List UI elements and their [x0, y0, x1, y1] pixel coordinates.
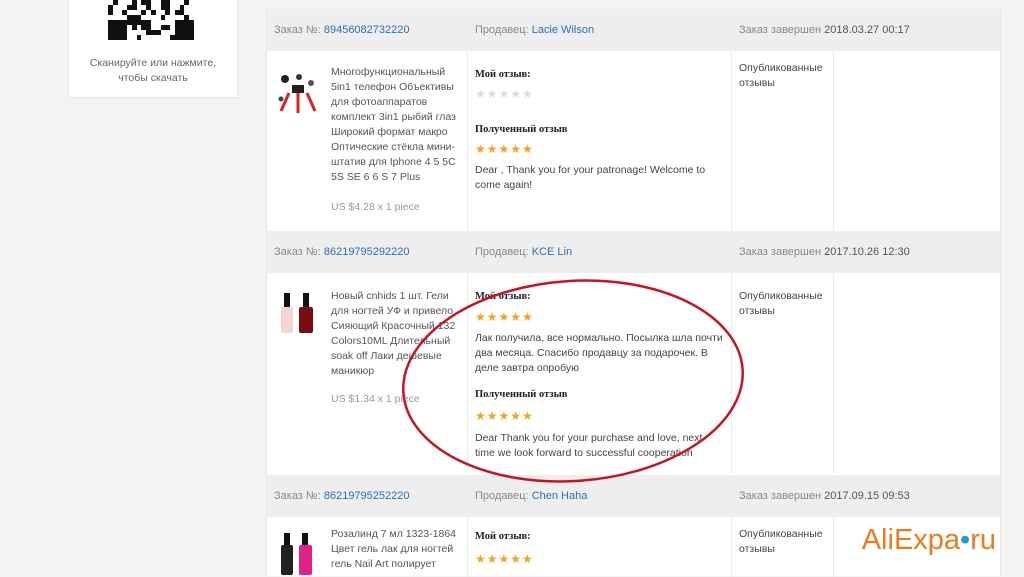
my-review-stars: ★★★★★ — [475, 310, 534, 324]
received-review-stars: ★★★★★ — [475, 142, 534, 156]
seller-link[interactable]: Lacie Wilson — [532, 24, 594, 36]
completed-date: 2017.09.15 09:53 — [824, 490, 910, 502]
product-title[interactable]: Розалинд 7 мл 1323-1864 Цвет гель лак дл… — [331, 527, 465, 572]
received-review-stars: ★★★★★ — [475, 409, 534, 423]
completed-date: 2018.03.27 00:17 — [824, 24, 910, 36]
order-number: Заказ №: 86219795292220 — [274, 246, 410, 258]
seller-link[interactable]: Chen Haha — [532, 490, 588, 502]
seller: Продавец: KCE Lin — [475, 246, 572, 258]
received-review-label: Полученный отзыв — [475, 389, 568, 400]
order-number-link[interactable]: 86219795252220 — [324, 490, 410, 502]
watermark-tld: ru — [970, 524, 996, 556]
order-number-label: Заказ №: — [274, 24, 321, 36]
my-review-text: Лак получила, все нормально. Посылка шла… — [475, 332, 723, 374]
seller-link[interactable]: KCE Lin — [532, 246, 572, 258]
order-header: Заказ №: 86219795292220 Продавец: KCE Li… — [267, 231, 1000, 273]
order-completed: Заказ завершен 2018.03.27 00:17 — [739, 24, 910, 36]
review-status: Опубликованные отзывы — [739, 62, 823, 89]
app-download-card: Сканируйте или нажмите, чтобы скачать — [68, 0, 238, 98]
received-review-text: Dear , Thank you for your patronage! Wel… — [475, 164, 706, 191]
product-price: US $4.28 x 1 piece — [331, 201, 420, 213]
site-watermark-logo: AliExpa•ru — [862, 524, 996, 557]
completed-date: 2017.10.26 12:30 — [824, 246, 910, 258]
received-review-text: Dear Thank you for your purchase and lov… — [475, 432, 703, 459]
order-number-label: Заказ №: — [274, 490, 321, 502]
review-status: Опубликованные отзывы — [739, 290, 823, 317]
completed-label: Заказ завершен — [739, 490, 822, 502]
product-price: US $1.34 x 1 piece — [331, 393, 420, 405]
qr-caption: Сканируйте или нажмите, чтобы скачать — [69, 56, 237, 86]
my-review-label: Мой отзыв: — [475, 531, 531, 542]
order-header: Заказ №: 89456082732220 Продавец: Lacie … — [267, 9, 1000, 51]
order-body: Новый cnhids 1 шт. Гели для ногтей УФ и … — [267, 273, 1000, 473]
seller: Продавец: Chen Haha — [475, 490, 587, 502]
qr-code-image[interactable] — [108, 0, 194, 40]
product-title[interactable]: Многофункциональный 5in1 телефон Объекти… — [331, 65, 465, 185]
watermark-dot: • — [960, 524, 971, 556]
order-completed: Заказ завершен 2017.10.26 12:30 — [739, 246, 910, 258]
watermark-main: AliExpa — [861, 524, 961, 556]
product-thumbnail[interactable] — [275, 531, 319, 577]
my-review-stars: ★★★★★ — [475, 552, 534, 566]
review-status: Опубликованные отзывы — [739, 528, 823, 555]
order-header: Заказ №: 86219795252220 Продавец: Chen H… — [267, 475, 1000, 517]
order-number-label: Заказ №: — [274, 246, 321, 258]
seller-label: Продавец: — [475, 24, 529, 36]
seller: Продавец: Lacie Wilson — [475, 24, 594, 36]
order-completed: Заказ завершен 2017.09.15 09:53 — [739, 490, 910, 502]
order-number: Заказ №: 89456082732220 — [274, 24, 410, 36]
order-number: Заказ №: 86219795252220 — [274, 490, 410, 502]
my-review-label: Мой отзыв: — [475, 69, 531, 80]
order-number-link[interactable]: 89456082732220 — [324, 24, 410, 36]
seller-label: Продавец: — [475, 490, 529, 502]
completed-label: Заказ завершен — [739, 246, 822, 258]
product-title[interactable]: Новый cnhids 1 шт. Гели для ногтей УФ и … — [331, 289, 465, 379]
qr-caption-line1: Сканируйте или нажмите, — [89, 57, 217, 69]
my-review-stars: ★★★★★ — [475, 87, 534, 101]
orders-list: Заказ №: 89456082732220 Продавец: Lacie … — [266, 9, 1001, 577]
completed-label: Заказ завершен — [739, 24, 822, 36]
product-thumbnail[interactable] — [275, 291, 319, 337]
product-thumbnail[interactable] — [275, 71, 319, 117]
order-number-link[interactable]: 86219795292220 — [324, 246, 410, 258]
seller-label: Продавец: — [475, 246, 529, 258]
my-review-label: Мой отзыв: — [475, 291, 531, 302]
received-review-label: Полученный отзыв — [475, 124, 568, 135]
qr-caption-line2: чтобы скачать — [118, 72, 188, 84]
order-body: Многофункциональный 5in1 телефон Объекти… — [267, 51, 1000, 231]
